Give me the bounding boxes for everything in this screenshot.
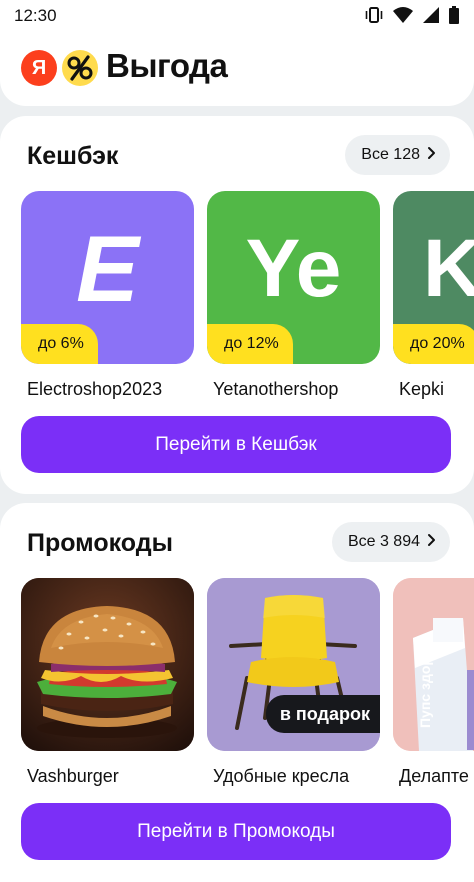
status-icons	[364, 5, 460, 25]
section-title: Промокоды	[27, 529, 173, 557]
cashback-tile-kepki[interactable]: K до 20%	[393, 191, 474, 364]
tile-caption: Делапте	[399, 766, 469, 786]
tile-logo-letter: Ye	[245, 223, 342, 314]
cashback-badge: до 6%	[21, 324, 98, 364]
cashback-section: Кешбэк Все 128 E до 6% Electroshop2023 Y…	[0, 116, 474, 494]
tile-caption: Yetanothershop	[213, 379, 339, 399]
supplement-box-image	[393, 578, 474, 751]
yandex-logo: Я	[21, 50, 57, 86]
vibrate-icon	[364, 5, 384, 25]
burger-image	[21, 578, 194, 751]
promo-tile-delapte[interactable]: Пупс здоров	[393, 578, 474, 751]
tile-caption: Electroshop2023	[27, 379, 163, 399]
cashback-badge: до 12%	[207, 324, 293, 364]
cashback-tile-electroshop[interactable]: E до 6%	[21, 191, 194, 364]
go-to-cashback-button[interactable]: Перейти в Кешбэк	[21, 416, 451, 473]
go-to-promocodes-button[interactable]: Перейти в Промокоды	[21, 803, 451, 860]
gift-badge: в подарок	[265, 695, 380, 733]
wifi-icon	[392, 5, 414, 25]
tile-logo-letter: E	[76, 216, 139, 321]
promo-tile-vashburger[interactable]	[21, 578, 194, 751]
app-title: Выгода	[106, 47, 228, 84]
cashback-carousel[interactable]: E до 6% Electroshop2023 Ye до 12% Yetano…	[0, 191, 474, 406]
status-time: 12:30	[14, 6, 57, 25]
battery-icon	[448, 5, 460, 25]
tile-caption: Vashburger	[27, 766, 119, 786]
signal-icon	[422, 5, 440, 25]
promocodes-all-button[interactable]: Все 3 894	[331, 522, 450, 562]
promo-tile-chairs[interactable]: в подарок	[207, 578, 380, 751]
cashback-tile-yetanothershop[interactable]: Ye до 12%	[207, 191, 380, 364]
app-header: Я Выгода	[0, 32, 474, 106]
status-bar: 12:30	[0, 0, 474, 32]
section-title: Кешбэк	[27, 142, 119, 170]
cashback-badge: до 20%	[393, 324, 474, 364]
product-label-text: Пупс здоров	[417, 639, 433, 728]
promocodes-section: Промокоды Все 3 894 Vashburger в подарок…	[0, 503, 474, 882]
tile-caption: Kepki	[399, 379, 445, 399]
chevron-right-icon	[426, 146, 436, 165]
chevron-right-icon	[426, 533, 436, 552]
tile-logo-letter: K	[423, 223, 474, 314]
cashback-all-button[interactable]: Все 128	[345, 135, 450, 175]
percent-logo-icon	[62, 50, 98, 86]
all-label: Все 128	[361, 146, 420, 163]
promocodes-carousel[interactable]: Vashburger в подарок Удобные кресла Пупс…	[0, 578, 474, 793]
all-label: Все 3 894	[347, 533, 420, 550]
tile-caption: Удобные кресла	[213, 766, 350, 786]
